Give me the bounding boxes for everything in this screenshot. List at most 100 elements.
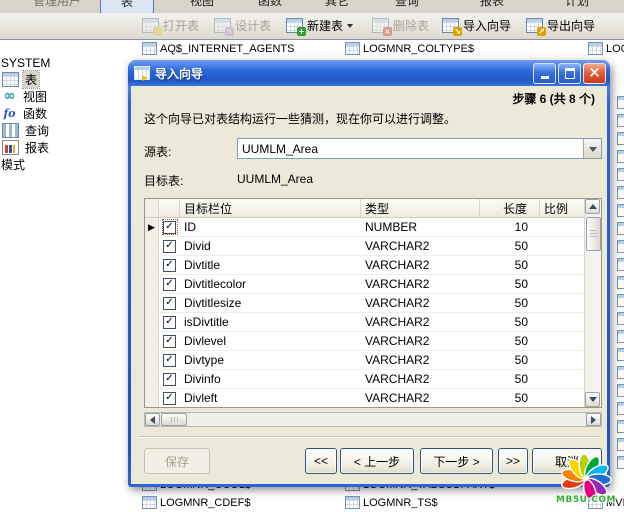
toolbar-button-label: 打开表 (163, 17, 199, 34)
grid-row[interactable]: ▶ isDivtitle VARCHAR2 50 (145, 313, 601, 332)
table-list-item[interactable]: LOGMNR_TS$ (345, 496, 438, 509)
top-tab[interactable]: 查询 (383, 0, 431, 12)
grid-header-field[interactable]: 目标栏位 (180, 199, 361, 217)
top-tab-label: 表 (121, 0, 133, 9)
toolbar-button[interactable]: 导出向导 (522, 15, 599, 35)
grid-row[interactable]: ▶ Divinfo VARCHAR2 50 (145, 370, 601, 389)
field-name-cell: Divtitlecolor (180, 275, 361, 293)
tree-item[interactable]: 查询 (0, 122, 140, 139)
grid-row[interactable]: ▶ Divtitlecolor VARCHAR2 50 (145, 275, 601, 294)
scroll-down-icon[interactable] (585, 392, 600, 407)
tree-item[interactable]: 函数 (0, 105, 140, 122)
top-tab[interactable]: 报表 (468, 0, 516, 12)
grid-row[interactable]: ▶ Divtype VARCHAR2 50 (145, 351, 601, 370)
table-list-item[interactable]: AQ$_INTERNET_AGENTS (142, 42, 294, 55)
toolbar-button[interactable]: 打开表 (138, 15, 203, 35)
first-step-button[interactable]: << (305, 448, 337, 474)
save-button[interactable]: 保存 (144, 448, 210, 474)
field-name-cell: Divinfo (180, 370, 361, 388)
grid-row[interactable]: ▶ ID NUMBER 10 (145, 218, 601, 237)
grid-header-type[interactable]: 类型 (361, 199, 480, 217)
field-type-cell: VARCHAR2 (361, 237, 480, 255)
field-checkbox[interactable] (163, 354, 176, 367)
grid-row[interactable]: ▶ Divleft VARCHAR2 50 (145, 389, 601, 408)
tree-item[interactable]: 报表 (0, 139, 140, 156)
tree-item[interactable]: 视图 (0, 88, 140, 105)
field-scale-cell (540, 370, 585, 388)
top-tab[interactable]: 视图 (178, 0, 226, 12)
grid-header-length[interactable]: 长度 (480, 199, 540, 217)
minimize-button[interactable] (533, 63, 556, 84)
scroll-up-icon[interactable] (585, 199, 600, 214)
horizontal-scroll-thumb[interactable] (161, 413, 187, 426)
tree-root-system[interactable]: SYSTEM (0, 54, 140, 71)
target-table-value: UUMLM_Area (237, 172, 313, 186)
toolbar-button[interactable]: 导入向导 (438, 15, 515, 35)
checkbox-focus (163, 334, 177, 348)
field-name-cell: Divleft (180, 389, 361, 407)
field-name-cell: Divtitle (180, 256, 361, 274)
grid-row[interactable]: ▶ Divid VARCHAR2 50 (145, 237, 601, 256)
grid-header-scale[interactable]: 比例 (540, 199, 585, 217)
field-checkbox[interactable] (163, 392, 176, 405)
field-checkbox[interactable] (163, 335, 176, 348)
checkbox-focus (163, 296, 177, 310)
source-table-value: UUMLM_Area (238, 142, 583, 156)
vertical-scroll-thumb[interactable] (586, 217, 601, 251)
table-icon (142, 18, 159, 33)
clipped-table-icon (617, 204, 624, 217)
cancel-button[interactable]: 取消 (532, 448, 602, 474)
close-button[interactable] (583, 63, 606, 84)
grid-header-selector (145, 199, 159, 217)
table-name: AQ$_INTERNET_AGENTS (160, 43, 294, 55)
field-checkbox[interactable] (163, 278, 176, 291)
table-list-row: AQ$_INTERNET_AGENTS LOGMNR_COLTYPE$ LOGM… (140, 42, 624, 58)
field-length-cell: 50 (480, 332, 540, 350)
dialog-body: 步骤 6 (共 8 个) 这个向导已对表结构运行一些猜测，现在你可以进行调整。 … (131, 86, 607, 484)
top-tab[interactable]: 其它 (313, 0, 361, 12)
grid-row[interactable]: ▶ Divtitle VARCHAR2 50 (145, 256, 601, 275)
top-tab[interactable]: 计划 (553, 0, 601, 12)
grid-row[interactable]: ▶ Divtitlesize VARCHAR2 50 (145, 294, 601, 313)
scroll-left-icon[interactable] (145, 413, 160, 426)
grid-horizontal-scrollbar[interactable] (144, 412, 602, 427)
field-checkbox[interactable] (163, 240, 176, 253)
clipped-table-icon (617, 348, 624, 361)
table-list-item[interactable]: LOGMNR_ (588, 42, 624, 55)
grid-header-checkbox[interactable] (159, 199, 180, 217)
maximize-button[interactable] (558, 63, 581, 84)
tree-item[interactable]: 表 (0, 71, 140, 88)
sidebar: SYSTEM 表 视图 (0, 40, 141, 519)
field-checkbox[interactable] (163, 373, 176, 386)
field-checkbox[interactable] (163, 316, 176, 329)
field-checkbox[interactable] (163, 259, 176, 272)
top-tab[interactable]: 函数 (246, 0, 294, 12)
field-checkbox[interactable] (163, 221, 176, 234)
toolbar-button[interactable]: 设计表 (210, 15, 275, 35)
field-checkbox[interactable] (163, 297, 176, 310)
field-length-cell: 50 (480, 237, 540, 255)
last-step-button[interactable]: >> (498, 448, 528, 474)
previous-step-button[interactable]: < 上一步 (340, 448, 414, 474)
grid-vertical-scrollbar[interactable] (584, 199, 601, 407)
row-checkbox-cell (159, 351, 180, 369)
toolbar-badge-icon (225, 27, 234, 36)
dialog-titlebar[interactable]: 导入向导 (128, 60, 610, 86)
toolbar-button[interactable]: 新建表 (282, 15, 357, 35)
table-name: MVIEW$_ (606, 497, 624, 509)
grid-row[interactable]: ▶ Divlevel VARCHAR2 50 (145, 332, 601, 351)
table-list-item[interactable]: MVIEW$_ (588, 496, 624, 509)
table-list-item[interactable]: LOGMNR_COLTYPE$ (345, 42, 474, 55)
field-scale-cell (540, 237, 585, 255)
field-type-cell: VARCHAR2 (361, 389, 480, 407)
table-list-item[interactable]: LOGMNR_CDEF$ (142, 496, 250, 509)
source-table-select[interactable]: UUMLM_Area (237, 138, 602, 159)
scroll-right-icon[interactable] (586, 413, 601, 426)
dropdown-arrow-icon[interactable] (583, 139, 601, 158)
tree-item-schema[interactable]: 模式 (0, 156, 140, 173)
clipped-table-icon (617, 420, 624, 433)
next-step-button[interactable]: 下一步 > (420, 448, 493, 474)
top-tab[interactable]: 表 (100, 0, 154, 14)
toolbar-button[interactable]: 删除表 (368, 15, 433, 35)
tree-item-label: 函数 (21, 105, 49, 122)
